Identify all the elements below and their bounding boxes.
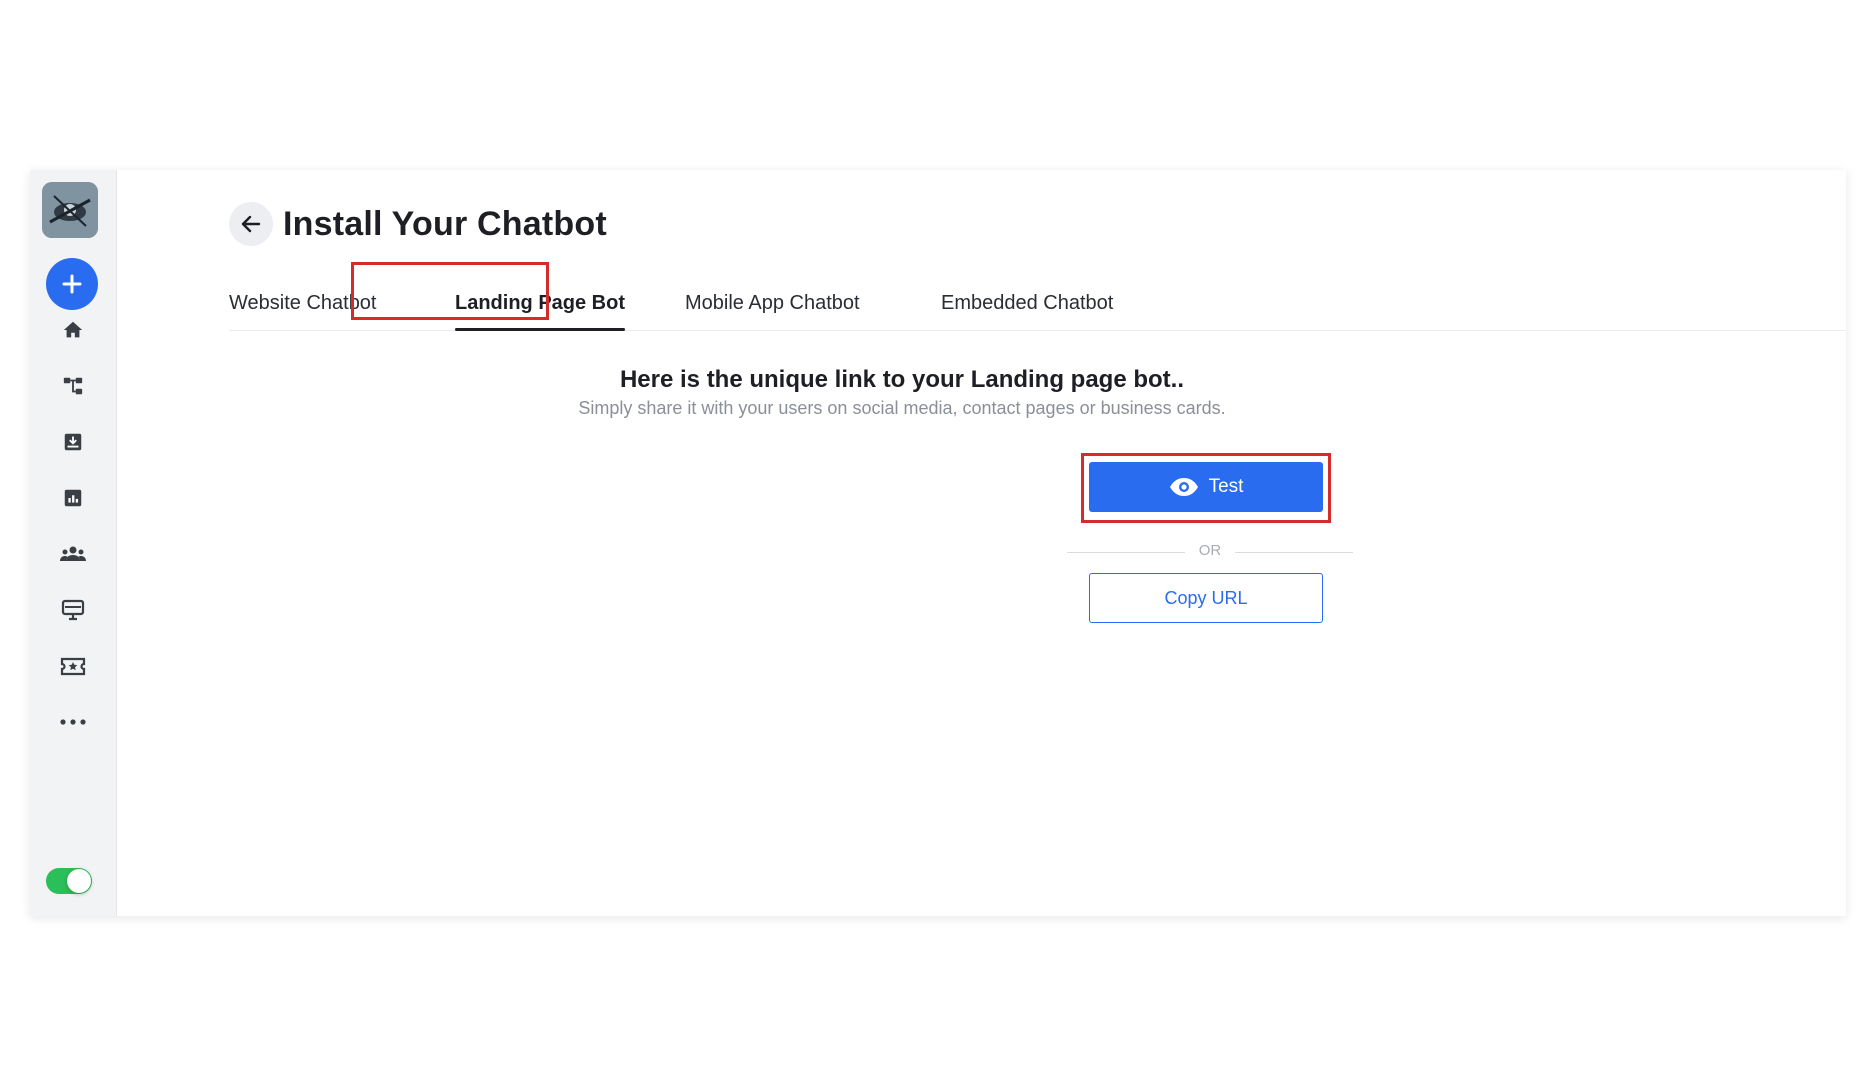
status-toggle[interactable] <box>46 868 92 894</box>
or-divider: OR <box>1067 542 1353 562</box>
sidebar-item-monitor[interactable] <box>30 590 116 630</box>
sidebar-item-home[interactable] <box>30 310 116 350</box>
link-subheading: Simply share it with your users on socia… <box>578 398 1226 418</box>
sidebar-item-users[interactable] <box>30 534 116 574</box>
tab-mobile-app-chatbot[interactable]: Mobile App Chatbot <box>685 292 860 315</box>
eye-icon <box>1169 478 1198 496</box>
page-title: Install Your Chatbot <box>283 204 607 243</box>
test-button[interactable]: Test <box>1089 462 1323 512</box>
tab-embedded-chatbot[interactable]: Embedded Chatbot <box>941 292 1113 315</box>
arrow-left-icon <box>241 215 261 233</box>
page-header: Install Your Chatbot <box>229 202 607 246</box>
bot-avatar-logo[interactable] <box>42 182 98 238</box>
inbox-icon <box>64 433 82 451</box>
more-icon <box>60 719 86 725</box>
divider-line-right <box>1235 552 1353 553</box>
back-button[interactable] <box>229 202 273 246</box>
ticket-icon <box>60 657 86 676</box>
sidebar-item-tickets[interactable] <box>30 646 116 686</box>
sidebar-item-inbox[interactable] <box>30 422 116 462</box>
test-button-label: Test <box>1208 476 1244 497</box>
sidebar-item-analytics[interactable] <box>30 478 116 518</box>
analytics-icon <box>64 489 82 507</box>
sidebar-item-more[interactable] <box>30 702 116 742</box>
copy-url-button[interactable]: Copy URL <box>1089 573 1323 623</box>
app-window: Install Your Chatbot Website Chatbot Lan… <box>30 170 1846 916</box>
install-tabs: Website Chatbot Landing Page Bot Mobile … <box>229 280 1846 331</box>
sidebar-item-flows[interactable] <box>30 366 116 406</box>
tab-website-chatbot[interactable]: Website Chatbot <box>229 292 377 315</box>
monitor-icon <box>61 599 85 621</box>
main-panel: Install Your Chatbot Website Chatbot Lan… <box>117 170 1846 916</box>
toggle-knob <box>67 869 91 893</box>
sidebar <box>30 170 117 916</box>
link-heading: Here is the unique link to your Landing … <box>619 366 1185 393</box>
or-label: OR <box>1198 542 1222 559</box>
tab-landing-page-bot[interactable]: Landing Page Bot <box>455 292 625 331</box>
add-button[interactable] <box>46 258 98 310</box>
plus-icon <box>62 274 82 294</box>
flow-icon <box>63 377 83 395</box>
home-icon <box>63 321 83 338</box>
users-icon <box>60 546 86 561</box>
